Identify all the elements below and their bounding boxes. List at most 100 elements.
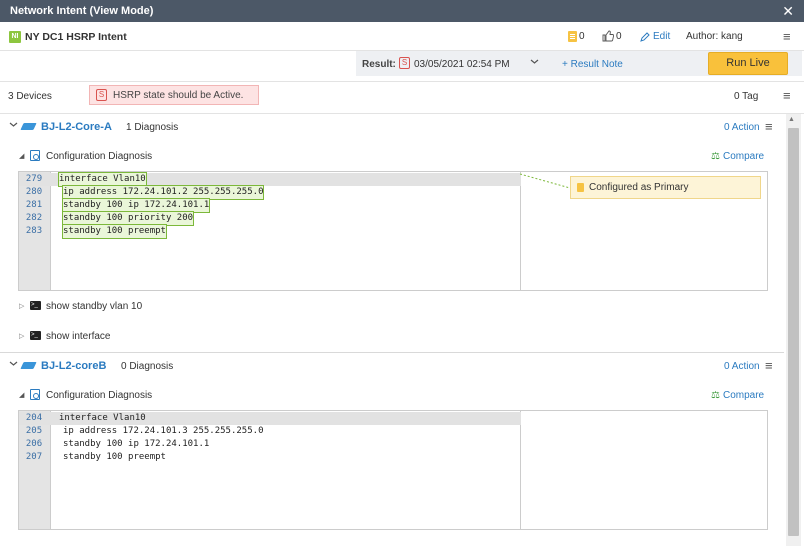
device-menu-icon[interactable]: ≡ <box>765 119 773 134</box>
line-number: 205 <box>25 426 43 436</box>
note-count: 0 <box>579 31 585 42</box>
compare-label: Compare <box>722 390 765 401</box>
scrollbar-thumb[interactable] <box>788 128 799 536</box>
line-text: interface Vlan10 <box>59 413 146 423</box>
intent-name: NY DC1 HSRP Intent <box>25 31 127 43</box>
cli-command-label[interactable]: show standby vlan 10 <box>46 301 142 312</box>
expand-triangle-icon[interactable]: ▷ <box>19 302 24 310</box>
scale-icon: ⚖ <box>711 390 720 401</box>
diagnosis-count: 1 Diagnosis <box>126 122 179 133</box>
like-counter[interactable]: 0 <box>602 30 622 42</box>
status-message-text: HSRP state should be Active. <box>113 89 244 101</box>
result-status-badge: S <box>399 57 410 69</box>
device-header: BJ-L2-Core-A 1 Diagnosis 0 Action ≡ <box>0 114 784 140</box>
window-title: Network Intent (View Mode) <box>10 5 154 17</box>
note-icon <box>577 183 584 192</box>
code-line: 282 standby 100 priority 200 <box>19 211 521 226</box>
line-text: standby 100 priority 200 <box>61 211 195 226</box>
cli-command-row[interactable]: ▷ >_ show standby vlan 10 <box>0 298 784 314</box>
terminal-icon: >_ <box>30 301 41 310</box>
note-counter[interactable]: 0 <box>568 31 585 42</box>
annotation-text: Configured as Primary <box>589 182 689 193</box>
code-line: 279 interface Vlan10 <box>19 172 521 187</box>
scale-icon: ⚖ <box>711 151 720 162</box>
line-text: standby 100 ip 172.24.101.1 <box>63 439 210 449</box>
config-diagnosis-label: Configuration Diagnosis <box>46 390 153 401</box>
code-line: 205 ip address 172.24.101.3 255.255.255.… <box>19 425 521 438</box>
code-line: 206 standby 100 ip 172.24.101.1 <box>19 438 521 451</box>
message-status-badge: S <box>96 89 107 101</box>
config-file-icon <box>30 389 40 400</box>
line-number: 280 <box>25 187 43 197</box>
annotation-connector <box>520 173 571 189</box>
compare-button[interactable]: ⚖ Compare <box>711 151 764 162</box>
close-icon[interactable]: ✕ <box>782 3 794 20</box>
code-line: 283 standby 100 preempt <box>19 224 521 239</box>
line-text: interface Vlan10 <box>58 172 147 187</box>
title-bar: Network Intent (View Mode) ✕ <box>0 0 804 22</box>
thumbs-up-icon <box>602 30 614 42</box>
pencil-icon <box>640 31 650 42</box>
code-line: 207 standby 100 preempt <box>19 451 521 464</box>
code-line: 204 interface Vlan10 <box>19 412 521 425</box>
action-count[interactable]: 0 Action <box>724 122 760 133</box>
tag-count[interactable]: 0 Tag <box>734 91 758 102</box>
line-number: 206 <box>25 439 43 449</box>
intent-header: NI NY DC1 HSRP Intent 0 0 Edit Author: k… <box>0 22 804 51</box>
device-name[interactable]: BJ-L2-coreB <box>41 360 106 372</box>
devices-summary-bar: 3 Devices S HSRP state should be Active.… <box>0 81 804 114</box>
line-text: ip address 172.24.101.3 255.255.255.0 <box>63 426 264 436</box>
terminal-icon: >_ <box>30 331 41 340</box>
devices-menu-icon[interactable]: ≡ <box>783 88 791 103</box>
diagnosis-count: 0 Diagnosis <box>121 361 174 372</box>
code-line: 280 ip address 172.24.101.2 255.255.255.… <box>19 185 521 200</box>
line-number: 279 <box>25 174 43 184</box>
expand-triangle-icon[interactable]: ▷ <box>19 332 24 340</box>
result-bar: Result: S 03/05/2021 02:54 PM + Result N… <box>0 51 804 76</box>
config-diagnosis-header: ◢ Configuration Diagnosis ⚖ Compare <box>0 387 784 405</box>
like-count: 0 <box>616 30 622 42</box>
collapse-chevron-icon[interactable] <box>9 359 18 371</box>
device-header: BJ-L2-coreB 0 Diagnosis 0 Action ≡ <box>0 353 784 379</box>
config-annotation: Configured as Primary <box>570 176 761 199</box>
header-menu-icon[interactable]: ≡ <box>783 29 791 44</box>
config-code-view: 204 interface Vlan10 205 ip address 172.… <box>18 410 768 530</box>
compare-button[interactable]: ⚖ Compare <box>711 390 764 401</box>
compare-label: Compare <box>722 151 765 162</box>
intent-type-icon: NI <box>9 31 21 43</box>
result-date: 03/05/2021 02:54 PM <box>414 59 510 70</box>
config-diagnosis-header: ◢ Configuration Diagnosis ⚖ Compare <box>0 148 784 166</box>
action-count[interactable]: 0 Action <box>724 361 760 372</box>
config-file-icon <box>30 150 40 161</box>
switch-icon <box>20 362 37 369</box>
collapse-chevron-icon[interactable] <box>9 120 18 132</box>
edit-label: Edit <box>653 31 671 42</box>
line-text: standby 100 ip 172.24.101.1 <box>61 198 211 213</box>
result-dropdown-chevron-icon[interactable] <box>530 57 539 69</box>
device-name[interactable]: BJ-L2-Core-A <box>41 121 112 133</box>
code-line: 281 standby 100 ip 172.24.101.1 <box>19 198 521 213</box>
line-text: ip address 172.24.101.2 255.255.255.0 <box>61 185 265 200</box>
switch-icon <box>20 123 37 130</box>
line-text: standby 100 preempt <box>62 224 167 239</box>
line-number: 281 <box>25 200 43 210</box>
line-number: 282 <box>25 213 43 223</box>
cli-command-row[interactable]: ▷ >_ show interface <box>0 328 784 344</box>
cli-command-label[interactable]: show interface <box>46 331 110 342</box>
device-menu-icon[interactable]: ≡ <box>765 358 773 373</box>
add-result-note-link[interactable]: + Result Note <box>562 59 623 70</box>
run-live-button[interactable]: Run Live <box>708 52 788 75</box>
note-icon <box>568 31 577 42</box>
line-number: 283 <box>25 226 43 236</box>
line-number: 207 <box>25 452 43 462</box>
status-message: S HSRP state should be Active. <box>89 85 259 105</box>
line-text: standby 100 preempt <box>63 452 166 462</box>
device-count: 3 Devices <box>8 91 52 102</box>
scroll-up-arrow-icon[interactable]: ▲ <box>788 116 795 123</box>
expand-triangle-icon[interactable]: ◢ <box>19 391 24 399</box>
edit-button[interactable]: Edit <box>640 31 670 42</box>
author-label: Author: kang <box>686 31 743 42</box>
expand-triangle-icon[interactable]: ◢ <box>19 152 24 160</box>
config-diagnosis-label: Configuration Diagnosis <box>46 151 153 162</box>
line-number: 204 <box>25 413 43 423</box>
